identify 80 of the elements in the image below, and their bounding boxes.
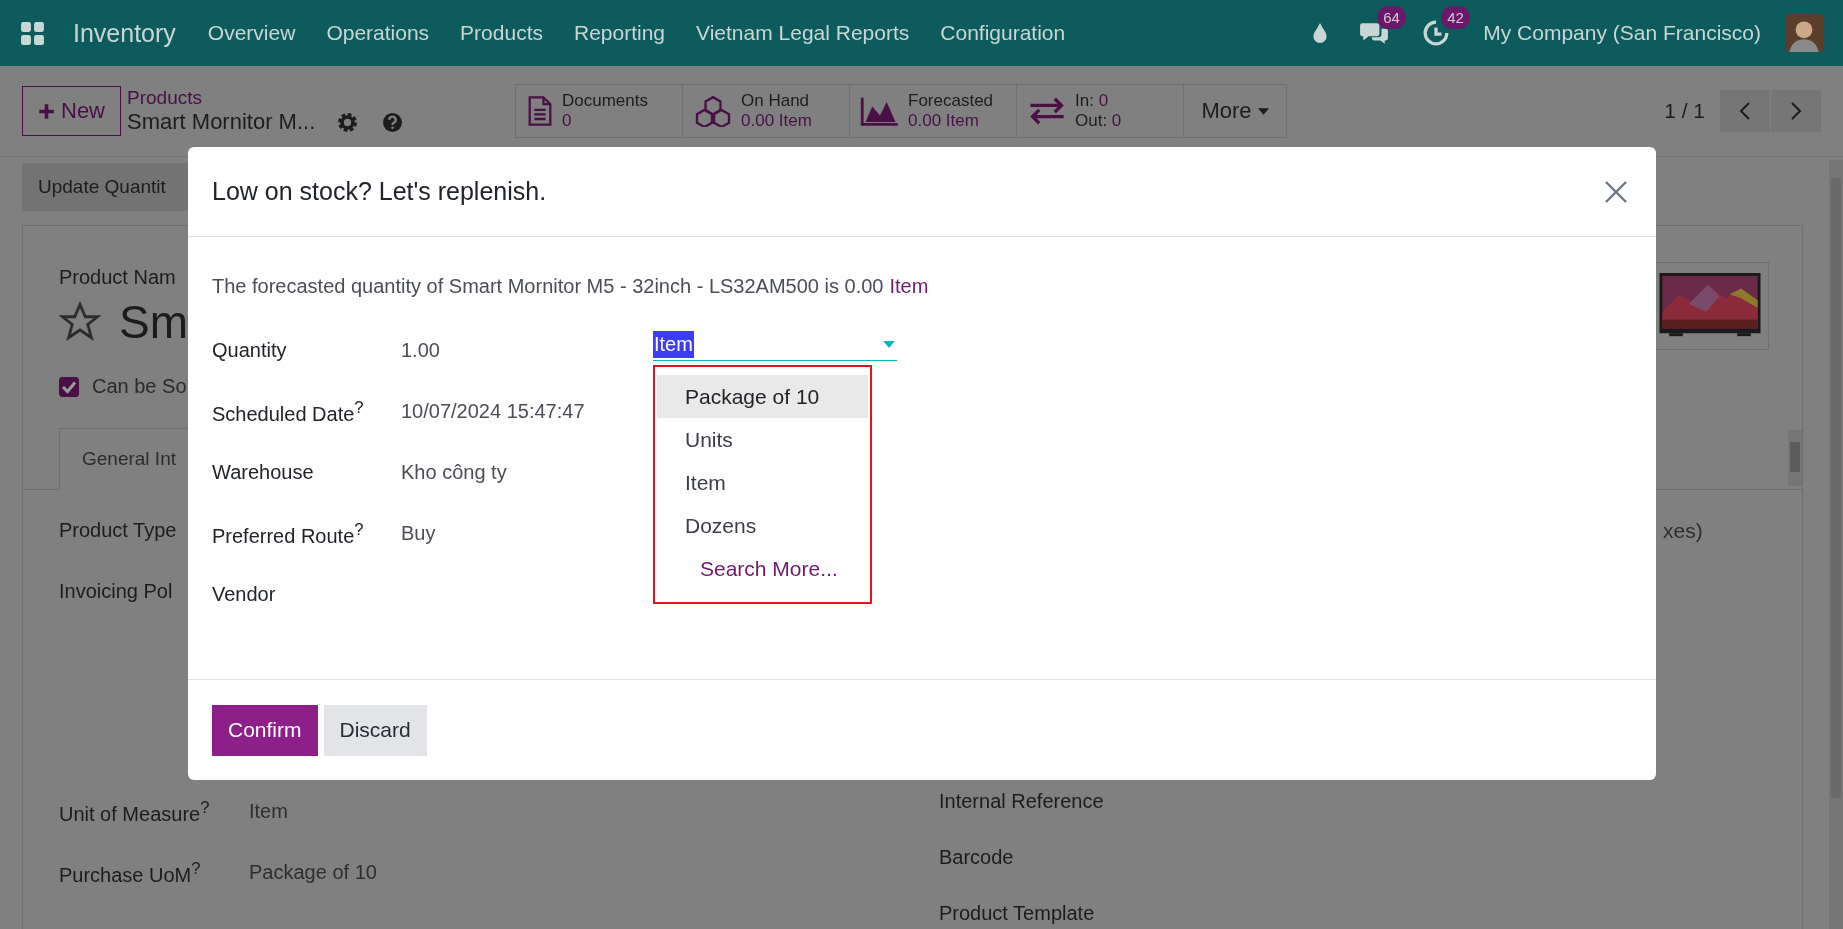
field-label: Barcode [939,845,1014,870]
field-value: Item [249,800,289,823]
caret-icon [1257,107,1269,115]
unit-link[interactable]: Item [889,275,929,298]
field-value: 10/07/2024 15:47:47 [401,400,585,423]
field-label: Scheduled Date$^{?}$ [212,397,365,426]
menu-item[interactable]: Vietnam Legal Reports [696,21,910,45]
pager-counter: 1 / 1 [1664,99,1705,123]
dropdown-option[interactable]: Item [657,461,868,504]
transfer-arrows-icon [1027,95,1067,127]
forecast-message: The forecasted quantity of Smart Mornitor M5 - 32inch - LS32AM500 is 0.00 [212,275,884,298]
chevron-right-icon [1790,101,1802,121]
new-button[interactable]: New [22,86,121,136]
stat-label: Forecasted [908,91,994,111]
dropdown-option[interactable]: Package of 10 [657,375,868,418]
dropdown-option[interactable]: Dozens [657,504,868,547]
field-label: Purchase UoM$^{?}$ [59,858,201,887]
transfer-count: In: 0 [1075,91,1110,111]
caret-icon [883,341,895,348]
smart-button[interactable]: In: 0 Out: 0 [1017,85,1184,137]
stat-label: Documents [562,91,648,111]
field-label: Product Type [59,519,177,542]
menu-item[interactable]: Overview [207,21,296,45]
breadcrumb-link[interactable]: Products [127,87,404,109]
field-label: Unit of Measure$^{?}$ [59,797,210,826]
app-name[interactable]: Inventory [73,18,176,48]
unit-select-field[interactable]: Item [653,329,897,361]
cubes-icon [693,95,733,127]
menu-item[interactable]: Products [460,21,543,45]
checkbox[interactable] [59,376,79,397]
scrollbar[interactable] [1788,430,1802,486]
menu-item[interactable]: Operations [326,21,430,45]
area-chart-icon [860,95,900,127]
field-label: Warehouse [212,461,315,484]
field-label: Product Template [939,901,1095,926]
transfer-count: Out: 0 [1075,111,1122,131]
field-label: Invoicing Pol [59,580,173,603]
stat-label: On Hand [741,91,811,111]
field-value: xes) [1663,518,1703,544]
dropdown-option[interactable]: Units [657,418,868,461]
smart-button[interactable]: Documents 0 [516,85,683,137]
field-label: Preferred Route$^{?}$ [212,519,365,548]
dialog-title: Low on stock? Let's replenish. [212,177,547,206]
drop-icon[interactable] [1311,22,1330,44]
field-label: Quantity [212,339,288,362]
product-title: Sm [119,295,188,349]
discard-button[interactable]: Discard [323,704,427,756]
smart-button[interactable]: On Hand 0.00 Item [683,85,850,137]
smart-button[interactable]: Forecasted 0.00 Item [850,85,1017,137]
field-label: Product Nam [59,266,177,289]
settings-icon[interactable] [337,111,359,133]
menu-item[interactable]: Reporting [574,21,666,45]
next-button[interactable] [1771,90,1821,132]
field-value: Buy [401,522,436,545]
apps-menu-icon[interactable] [20,20,45,46]
help-icon[interactable] [382,111,404,133]
search-more-link[interactable]: Search More... [657,547,868,590]
field-value: Package of 10 [249,861,378,884]
menu-item[interactable]: Configuration [940,21,1066,45]
more-dropdown[interactable]: More [1184,85,1286,137]
user-avatar[interactable] [1785,14,1823,52]
stat-value: 0.00 Item [908,111,980,131]
confirm-button[interactable]: Confirm [212,704,318,756]
star-icon[interactable] [59,301,101,343]
field-label: Internal Reference [939,789,1104,814]
field-value: 1.00 [401,339,440,362]
activity-count-badge: 42 [1441,6,1470,29]
field-value: Kho công ty [401,461,507,484]
message-count-badge: 64 [1377,6,1406,29]
company-switcher[interactable]: My Company (San Francisco) [1483,21,1761,45]
previous-button[interactable] [1720,90,1770,132]
record-name: Smart Mornitor M... [127,109,316,135]
chevron-left-icon [1739,101,1751,121]
plus-icon [38,102,55,120]
close-icon[interactable] [1604,179,1628,204]
document-icon [526,95,554,127]
checkbox-label: Can be So [92,375,187,398]
stat-value: 0.00 Item [741,111,812,131]
field-label: Vendor [212,583,277,606]
stat-value: 0 [562,111,573,131]
